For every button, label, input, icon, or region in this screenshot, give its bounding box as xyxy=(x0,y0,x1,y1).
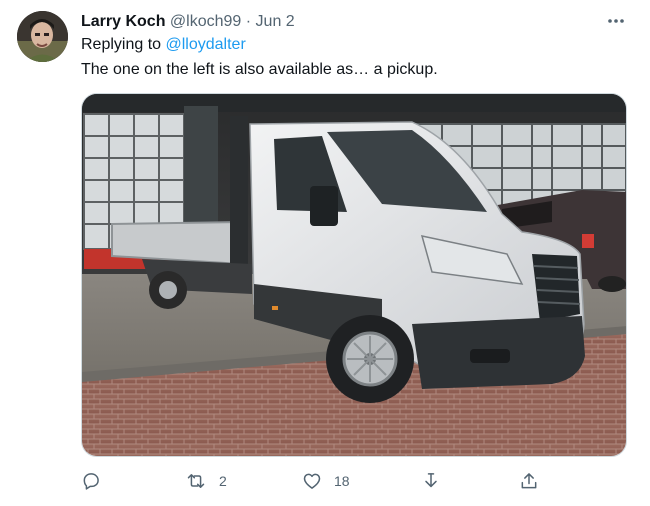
like-count: 18 xyxy=(334,473,350,489)
tweet-actions-bar: 2 18 xyxy=(81,469,541,493)
heart-icon xyxy=(303,473,321,489)
tweet-text: The one on the left is also available as… xyxy=(81,61,438,78)
more-options-button[interactable] xyxy=(601,9,631,33)
reply-button[interactable] xyxy=(81,469,101,493)
retweet-icon xyxy=(187,474,205,488)
reply-mention-link[interactable]: @lloydalter xyxy=(166,36,246,53)
replying-to: Replying to @lloydalter xyxy=(81,35,246,55)
like-button[interactable]: 18 xyxy=(302,469,350,493)
retweet-button[interactable]: 2 xyxy=(185,469,227,493)
download-icon xyxy=(425,473,437,488)
separator-dot: · xyxy=(245,13,252,30)
author-handle[interactable]: @lkoch99 xyxy=(170,13,241,30)
reply-icon xyxy=(83,473,99,490)
download-button[interactable] xyxy=(421,469,441,493)
tweet-header: Larry Koch @lkoch99 · Jun 2 xyxy=(81,11,590,33)
replying-to-label: Replying to xyxy=(81,36,162,53)
share-button[interactable] xyxy=(519,469,539,493)
tweet-media-photo[interactable] xyxy=(81,93,627,457)
more-icon xyxy=(608,19,624,23)
tweet-date[interactable]: Jun 2 xyxy=(256,13,295,30)
share-icon xyxy=(521,473,537,489)
avatar[interactable] xyxy=(17,11,68,62)
author-name[interactable]: Larry Koch xyxy=(81,13,165,30)
retweet-count: 2 xyxy=(219,473,227,489)
tweet: Larry Koch @lkoch99 · Jun 2 Replying to … xyxy=(0,0,650,506)
